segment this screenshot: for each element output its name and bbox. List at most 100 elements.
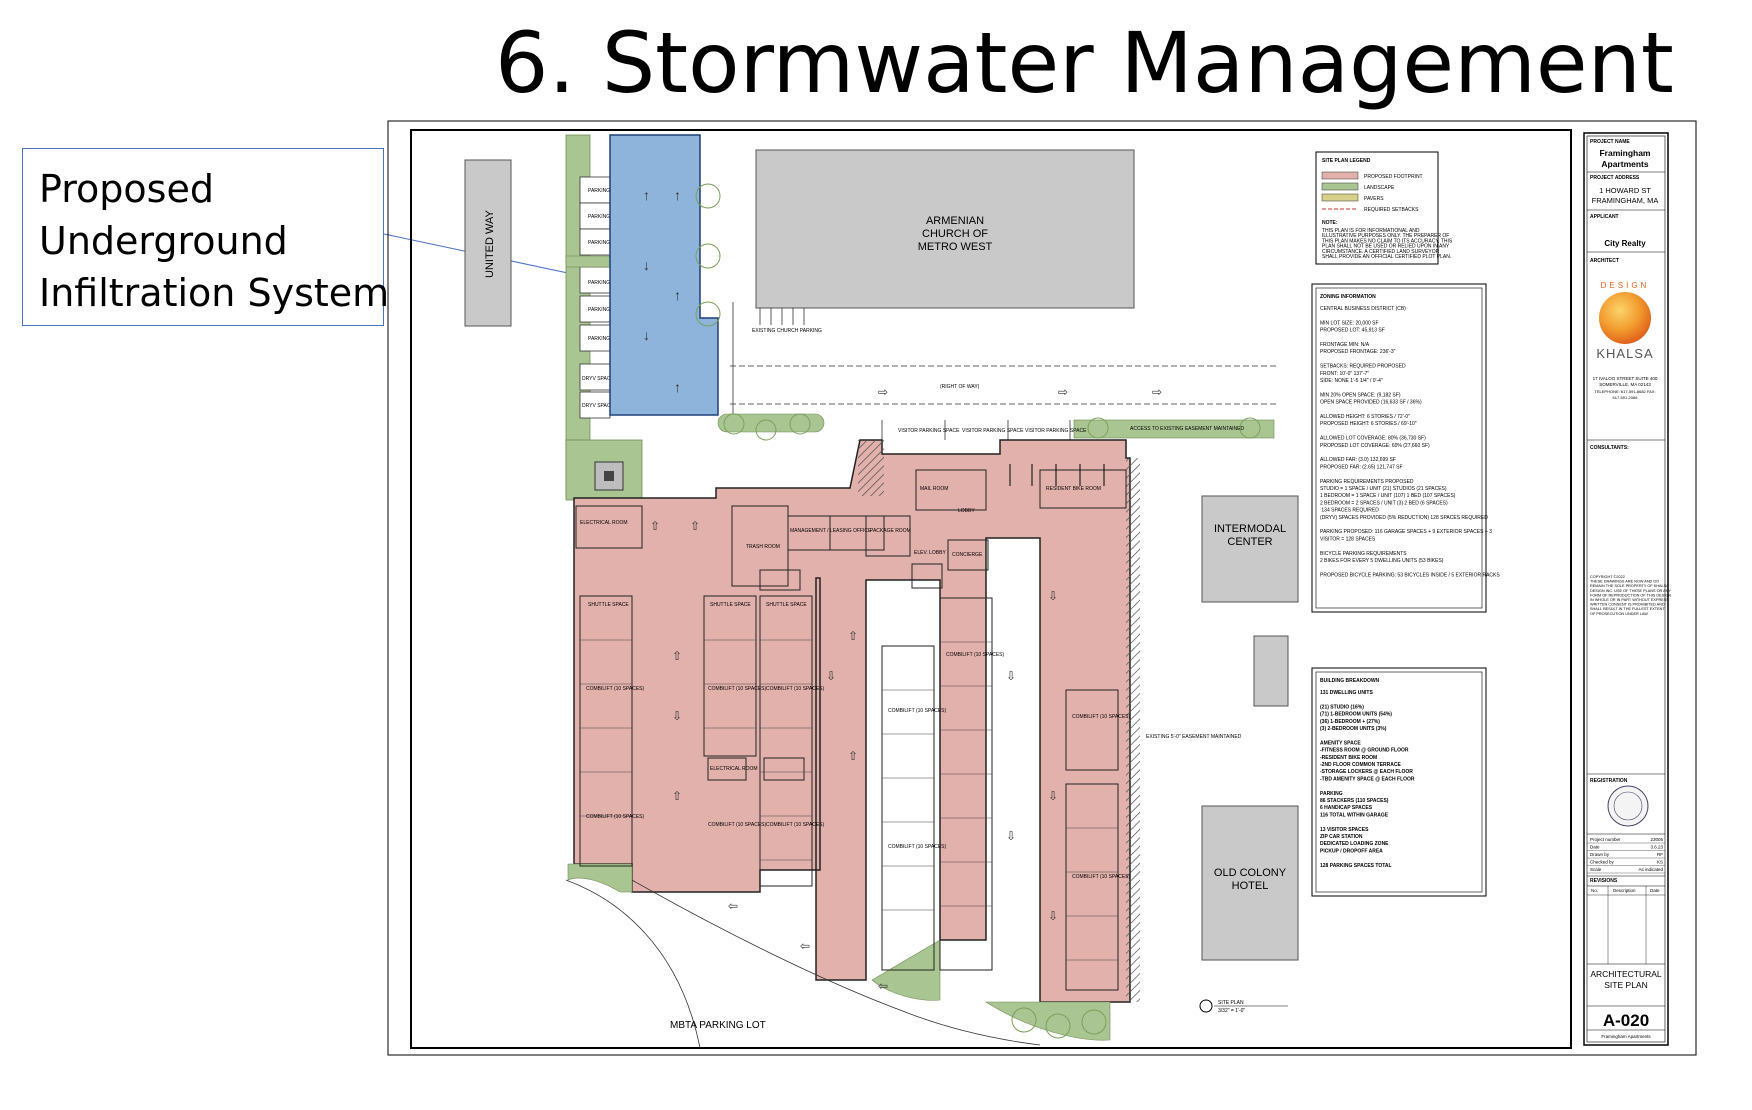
zoning-text-line: MIN LOT SIZE: 20,000 SF [1320, 320, 1379, 326]
breakdown-text-line: DEDICATED LOADING ZONE [1320, 841, 1389, 847]
zoning-text-line [1320, 544, 1321, 550]
svg-text:⇧: ⇧ [650, 519, 660, 533]
management-label: MANAGEMENT / LEASING OFFICE [790, 528, 872, 534]
address-label: PROJECT ADDRESS [1590, 175, 1640, 181]
sheet-title-1: ARCHITECTURAL [1590, 969, 1662, 979]
combilift-label: COMBILIFT (10 SPACES) [586, 686, 644, 692]
project-name-label: PROJECT NAME [1590, 139, 1630, 145]
combilift-label: COMBILIFT (10 SPACES) [888, 844, 946, 850]
copyright-text-line: IN WHOLE OR IN PART WITHOUT EXPRESS [1590, 598, 1669, 602]
easement-hatch [1126, 458, 1140, 1002]
legend-item: LANDSCAPE [1364, 185, 1395, 191]
zoning-text-line [1320, 356, 1321, 362]
intermodal-building [1201, 495, 1299, 603]
svg-text:⇩: ⇩ [1048, 789, 1058, 803]
site-plan-legend: SITE PLAN LEGEND PROPOSED FOOTPRINT LAND… [1315, 151, 1453, 265]
combilift-label: COMBILIFT (10 SPACES) [946, 652, 1004, 658]
zoning-text-line: 134 SPACES REQUIRED [1320, 508, 1379, 514]
breakdown-text-line: 86 STACKERS (110 SPACES) [1320, 798, 1389, 804]
svg-text:↑: ↑ [643, 187, 650, 203]
zoning-text-line: PARKING REQUIREMENTS PROPOSED [1320, 479, 1414, 485]
rev-col-desc: Description [1613, 888, 1636, 893]
old-colony-label-2: HOTEL [1232, 880, 1269, 892]
zoning-text-line: BICYCLE PARKING REQUIREMENTS [1320, 551, 1407, 557]
info-key: Drawn by [1590, 852, 1610, 857]
zoning-text-line: PROPOSED HEIGHT: 6 STORIES / 69'-10" [1320, 421, 1417, 427]
svg-text:↑: ↑ [674, 287, 681, 303]
shuttle-space-label: SHUTTLE SPACE [766, 602, 807, 608]
logo-word: DESIGN [1601, 281, 1650, 290]
parking-label: PARKING [588, 336, 610, 342]
info-value: As indicated [1638, 867, 1663, 872]
breakdown-text-line: 13 VISITOR SPACES [1320, 827, 1369, 833]
zoning-text-line [1320, 407, 1321, 413]
site-plan-scale: 3/32" = 1'-0" [1218, 1008, 1245, 1014]
project-name-2: Apartments [1601, 159, 1649, 169]
zoning-text-line: OPEN SPACE PROVIDED (16,633 SF / 36%) [1320, 400, 1422, 406]
breakdown-text-line [1320, 784, 1321, 790]
zoning-text-line [1320, 428, 1321, 434]
bottom-landscape-right [984, 1001, 1111, 1041]
arch-address-2: SOMERVILLE, MA 02143 [1599, 382, 1651, 387]
small-building [1253, 635, 1289, 707]
zoning-text-line: ALLOWED HEIGHT: 6 STORIES / 72'-0" [1320, 414, 1410, 420]
church-label-3: METRO WEST [918, 241, 993, 253]
breakdown-text-line: (71) 1-BEDROOM UNITS (54%) [1320, 712, 1392, 718]
trash-room-label: TRASH ROOM [746, 544, 780, 550]
zoning-text-line: PROPOSED LOT COVERAGE: 60% (27,660 SF) [1320, 443, 1430, 449]
combilift-label: COMBILIFT (10 SPACES) [888, 708, 946, 714]
svg-text:⇧: ⇧ [690, 519, 700, 533]
applicant-label: APPLICANT [1590, 214, 1619, 220]
registration-label: REGISTRATION [1590, 778, 1628, 784]
svg-text:⇦: ⇦ [728, 899, 738, 913]
zoning-text-line: 2 BEDROOM = 2 SPACES / UNIT (3) 2 BED (6… [1320, 500, 1448, 506]
legend-item: REQUIRED SETBACKS [1364, 207, 1419, 213]
combilift-label: COMBILIFT (10 SPACES) [708, 822, 766, 828]
combilift-label: COMBILIFT (10 SPACES) [1072, 714, 1130, 720]
legend-note-title: NOTE: [1322, 220, 1338, 226]
legend-item: PAVERS [1364, 196, 1384, 202]
architect-label: ARCHITECT [1590, 258, 1619, 264]
breakdown-text-line: -RESIDENT BIKE ROOM [1320, 755, 1377, 761]
zoning-text-line: PARKING PROPOSED: 116 GARAGE SPACES + 9 … [1320, 529, 1492, 535]
breakdown-text-line [1320, 697, 1321, 703]
info-key: Checked by [1590, 860, 1615, 865]
parking-label: PARKING [588, 188, 610, 194]
breakdown-text-line: (3) 2-BEDROOM UNITS (3%) [1320, 726, 1387, 732]
info-value: RF [1657, 852, 1663, 857]
visitor-label: VISITOR PARKING SPACE [898, 428, 960, 434]
zoning-text-line: STUDIO = 1 SPACE / UNIT (21) STUDIOS (21… [1320, 486, 1447, 492]
breakdown-text-line: PICKUP / DROPOFF AREA [1320, 848, 1383, 854]
right-of-way-label: (RIGHT OF WAY) [940, 384, 980, 390]
zoning-text-line: ALLOWED FAR: (3.0) 132,699 SF [1320, 457, 1396, 463]
consultants-label: CONSULTANTS: [1590, 445, 1629, 451]
breakdown-text-line: -FITNESS ROOM @ GROUND FLOOR [1320, 748, 1409, 754]
zoning-text-line: 1 BEDROOM = 1 SPACE / UNIT (107) 1 BED (… [1320, 493, 1456, 499]
breakdown-title: BUILDING BREAKDOWN [1320, 678, 1380, 684]
zoning-text-line [1320, 472, 1321, 478]
zoning-text-line: MIN 20% OPEN SPACE: (9,182 SF) [1320, 392, 1401, 398]
svg-text:⇩: ⇩ [1048, 909, 1058, 923]
title-block: PROJECT NAME Framingham Apartments PROJE… [1583, 132, 1671, 1046]
combilift-label: COMBILIFT (10 SPACES) [766, 822, 824, 828]
zoning-text-line [1320, 335, 1321, 341]
breakdown-text-line [1320, 856, 1321, 862]
electrical-room-label: ELECTRICAL ROOM [580, 520, 628, 526]
mail-room-label: MAIL ROOM [920, 486, 948, 492]
combilift-label: COMBILIFT (10 SPACES) [1072, 874, 1130, 880]
info-key: Project number [1590, 837, 1621, 842]
row-arrows: ⇨ ⇨ ⇨ [878, 385, 1162, 399]
khalsa-sun-logo [1599, 292, 1651, 344]
svg-text:⇧: ⇧ [848, 749, 858, 763]
zoning-text-line: PROPOSED BICYCLE PARKING: 53 BICYCLES IN… [1320, 572, 1500, 578]
breakdown-text-line: -TBD AMENITY SPACE @ EACH FLOOR [1320, 776, 1415, 782]
site-plan-label: SITE PLAN [1218, 1000, 1244, 1006]
breakdown-text-line: -2ND FLOOR COMMON TERRACE [1320, 762, 1401, 768]
parking-label: PARKING [588, 240, 610, 246]
svg-text:⇩: ⇩ [1006, 829, 1016, 843]
breakdown-text-line: AMENITY SPACE [1320, 740, 1361, 746]
svg-text:⇩: ⇩ [672, 709, 682, 723]
combilift-label: COMBILIFT (10 SPACES) [708, 686, 766, 692]
breakdown-text-line: 128 PARKING SPACES TOTAL [1320, 863, 1392, 869]
address-2: FRAMINGHAM, MA [1592, 196, 1659, 205]
